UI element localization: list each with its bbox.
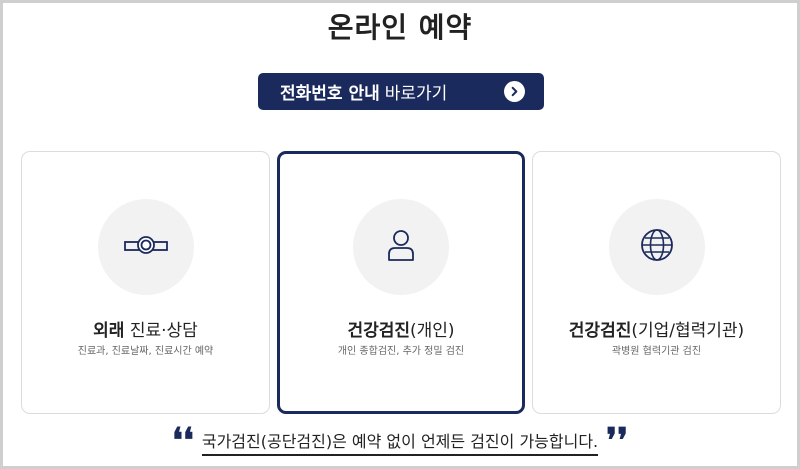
card-title-main: 건강검진	[568, 321, 632, 341]
phone-info-label: 전화번호 안내	[280, 84, 380, 104]
card-description: 진료과, 진료날짜, 진료시간 예약	[77, 346, 214, 357]
card-icon-circle	[608, 199, 705, 295]
card-title-main: 건강검진	[347, 321, 410, 341]
close-quote-icon: ❜❜	[606, 421, 629, 461]
card-title: 건강검진(기업/협력기관)	[533, 316, 780, 341]
page-title: 온라인 예약	[327, 11, 473, 44]
notice-text: 국가검진(공단검진)은 예약 없이 언제든 검진이 가능합니다.	[201, 428, 599, 456]
card-description: 개인 종합검진, 추가 정밀 검진	[337, 346, 465, 357]
phone-info-button[interactable]: 전화번호 안내 바로가기	[258, 73, 544, 110]
card-outpatient[interactable]: 외래 진료·상담 진료과, 진료날짜, 진료시간 예약	[21, 151, 270, 414]
chevron-right-icon	[504, 81, 525, 102]
card-icon-circle	[353, 199, 449, 295]
globe-icon	[640, 228, 674, 266]
card-health-checkup-corporate[interactable]: 건강검진(기업/협력기관) 곽병원 협력기관 검진	[532, 151, 781, 414]
card-title-main: 외래	[93, 321, 125, 341]
card-title-sub: (개인)	[410, 321, 455, 341]
card-icon-circle	[97, 199, 194, 295]
person-icon	[386, 228, 416, 266]
open-quote-icon: ❛❛	[171, 421, 194, 461]
card-title: 건강검진(개인)	[280, 316, 522, 341]
phone-info-shortcut-label: 바로가기	[384, 84, 448, 104]
card-title-sub: 진료·상담	[124, 321, 198, 341]
card-health-checkup-individual[interactable]: 건강검진(개인) 개인 종합검진, 추가 정밀 검진	[277, 151, 525, 414]
stethoscope-icon	[123, 235, 169, 259]
card-title: 외래 진료·상담	[22, 316, 269, 341]
national-checkup-notice: ❛❛ 국가검진(공단검진)은 예약 없이 언제든 검진이 가능합니다. ❜❜	[0, 421, 800, 461]
card-description: 곽병원 협력기관 검진	[611, 346, 702, 357]
card-title-sub: (기업/협력기관)	[631, 321, 745, 341]
